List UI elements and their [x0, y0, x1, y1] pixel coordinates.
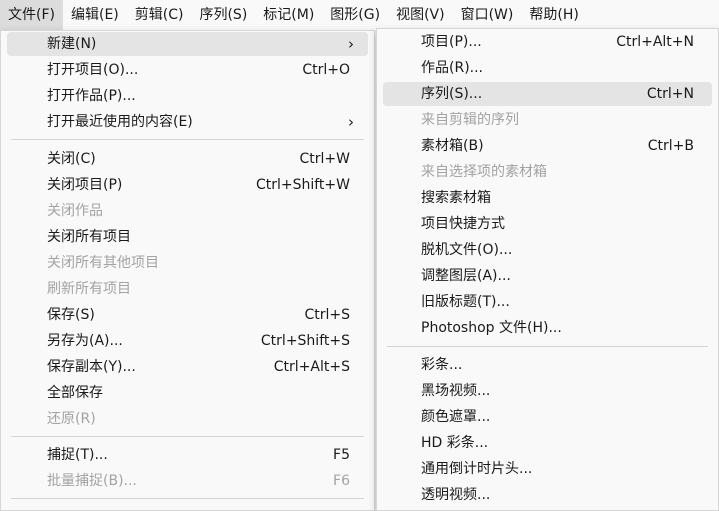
menu-item-label: 关闭作品	[47, 203, 103, 219]
menu-item-label: 素材箱(B)	[421, 138, 484, 154]
submenu-item-search-bin[interactable]: 搜索素材箱	[383, 186, 712, 210]
menu-item-refresh-all-projects: 刷新所有项目	[7, 277, 368, 301]
menu-item-label: 批量捕捉(B)...	[47, 473, 137, 489]
menu-item-label: 透明视频...	[421, 487, 491, 503]
menu-item-label: 旧版标题(T)...	[421, 294, 510, 310]
menu-edit[interactable]: 编辑(E)	[63, 0, 127, 30]
menu-item-save-all[interactable]: 全部保存	[7, 381, 368, 405]
menu-item-label: 来自选择项的素材箱	[421, 164, 547, 180]
submenu-item-color-matte[interactable]: 颜色遮罩...	[383, 405, 712, 429]
chevron-right-icon: ›	[348, 113, 354, 131]
menu-item-save[interactable]: 保存(S) Ctrl+S	[7, 303, 368, 327]
menu-item-label: 刷新所有项目	[47, 281, 131, 297]
menu-item-close-all-other-projects: 关闭所有其他项目	[7, 251, 368, 275]
menu-item-shortcut: Ctrl+Alt+S	[273, 359, 350, 375]
menu-view[interactable]: 视图(V)	[388, 0, 453, 30]
menu-item-label: 保存副本(Y)...	[47, 359, 136, 375]
menu-item-label: 作品(R)...	[421, 60, 484, 76]
submenu-item-legacy-title[interactable]: 旧版标题(T)...	[383, 290, 712, 314]
submenu-item-bin[interactable]: 素材箱(B) Ctrl+B	[383, 134, 712, 158]
menu-separator	[11, 436, 364, 437]
submenu-item-black-video[interactable]: 黑场视频...	[383, 379, 712, 403]
menu-item-shortcut: Ctrl+B	[647, 138, 694, 154]
menu-item-label: 另存为(A)...	[47, 333, 123, 349]
menu-item-label: 关闭所有其他项目	[47, 255, 159, 271]
menu-item-save-copy[interactable]: 保存副本(Y)... Ctrl+Alt+S	[7, 355, 368, 379]
menu-item-close-all-projects[interactable]: 关闭所有项目	[7, 225, 368, 249]
menu-item-new[interactable]: 新建(N) ›	[7, 32, 368, 56]
menu-item-label: 打开项目(O)...	[47, 62, 139, 78]
menu-sequence[interactable]: 序列(S)	[191, 0, 255, 30]
menu-item-shortcut: Ctrl+S	[304, 307, 350, 323]
menu-item-label: Photoshop 文件(H)...	[421, 320, 562, 336]
submenu-item-project-shortcut[interactable]: 项目快捷方式	[383, 212, 712, 236]
submenu-item-bars-and-tone[interactable]: 彩条...	[383, 353, 712, 377]
menu-separator	[11, 498, 364, 499]
menu-item-label: 序列(S)...	[421, 86, 483, 102]
menu-item-revert: 还原(R)	[7, 407, 368, 431]
menu-clip[interactable]: 剪辑(C)	[127, 0, 192, 30]
menu-item-label: 调整图层(A)...	[421, 268, 511, 284]
menu-item-shortcut: Ctrl+Shift+W	[255, 177, 350, 193]
menu-markers[interactable]: 标记(M)	[255, 0, 322, 30]
menu-help[interactable]: 帮助(H)	[521, 0, 586, 30]
menu-item-shortcut: Ctrl+Alt+N	[616, 34, 694, 50]
menu-bar: 文件(F) 编辑(E) 剪辑(C) 序列(S) 标记(M) 图形(G) 视图(V…	[0, 0, 719, 30]
menu-item-close-production: 关闭作品	[7, 199, 368, 223]
submenu-item-bin-from-selection: 来自选择项的素材箱	[383, 160, 712, 184]
submenu-item-sequence-from-clip: 来自剪辑的序列	[383, 108, 712, 132]
menu-item-label: 搜索素材箱	[421, 190, 491, 206]
menu-item-shortcut: Ctrl+W	[299, 151, 350, 167]
chevron-right-icon: ›	[348, 35, 354, 53]
menu-item-label: 保存(S)	[47, 307, 95, 323]
menu-item-label: 通用倒计时片头...	[421, 461, 533, 477]
submenu-item-hd-bars-and-tone[interactable]: HD 彩条...	[383, 431, 712, 455]
menu-item-open-project[interactable]: 打开项目(O)... Ctrl+O	[7, 58, 368, 82]
menu-item-label: 黑场视频...	[421, 383, 491, 399]
menu-item-label: 脱机文件(O)...	[421, 242, 513, 258]
menu-separator	[387, 346, 708, 347]
menu-item-label: 颜色遮罩...	[421, 409, 491, 425]
menu-item-label: HD 彩条...	[421, 435, 489, 451]
menu-item-label: 全部保存	[47, 385, 103, 401]
menu-item-label: 项目快捷方式	[421, 216, 505, 232]
menu-item-save-as[interactable]: 另存为(A)... Ctrl+Shift+S	[7, 329, 368, 353]
submenu-item-photoshop-file[interactable]: Photoshop 文件(H)...	[383, 316, 712, 340]
submenu-item-project[interactable]: 项目(P)... Ctrl+Alt+N	[383, 30, 712, 54]
menu-item-open-production[interactable]: 打开作品(P)...	[7, 84, 368, 108]
menu-item-shortcut: F6	[333, 473, 350, 489]
menu-item-label: 打开作品(P)...	[47, 88, 136, 104]
submenu-item-universal-counting-leader[interactable]: 通用倒计时片头...	[383, 457, 712, 481]
submenu-item-offline-file[interactable]: 脱机文件(O)...	[383, 238, 712, 262]
menu-graphics[interactable]: 图形(G)	[322, 0, 388, 30]
new-submenu: 项目(P)... Ctrl+Alt+N 作品(R)... 序列(S)... Ct…	[376, 28, 719, 511]
submenu-item-adjustment-layer[interactable]: 调整图层(A)...	[383, 264, 712, 288]
menu-item-label: 来自剪辑的序列	[421, 112, 519, 128]
menu-item-batch-capture: 批量捕捉(B)... F6	[7, 469, 368, 493]
menu-item-label: 捕捉(T)...	[47, 447, 108, 463]
submenu-item-transparent-video[interactable]: 透明视频...	[383, 483, 712, 507]
file-menu: 新建(N) › 打开项目(O)... Ctrl+O 打开作品(P)... 打开最…	[0, 30, 375, 511]
menu-item-label: 关闭(C)	[47, 151, 96, 167]
menu-item-shortcut: Ctrl+N	[646, 86, 694, 102]
menu-item-label: 关闭所有项目	[47, 229, 131, 245]
menu-item-label: 还原(R)	[47, 411, 96, 427]
menu-item-close[interactable]: 关闭(C) Ctrl+W	[7, 147, 368, 171]
menu-item-open-recent[interactable]: 打开最近使用的内容(E) ›	[7, 110, 368, 134]
menu-item-label: 项目(P)...	[421, 34, 482, 50]
menu-item-close-project[interactable]: 关闭项目(P) Ctrl+Shift+W	[7, 173, 368, 197]
menu-item-label: 关闭项目(P)	[47, 177, 123, 193]
menu-item-capture[interactable]: 捕捉(T)... F5	[7, 443, 368, 467]
menu-item-shortcut: Ctrl+Shift+S	[260, 333, 350, 349]
menu-item-shortcut: Ctrl+O	[302, 62, 350, 78]
menu-item-label: 新建(N)	[47, 36, 97, 52]
menu-file[interactable]: 文件(F)	[0, 0, 63, 30]
menu-separator	[11, 139, 364, 140]
menu-item-shortcut: F5	[333, 447, 350, 463]
menu-item-label: 打开最近使用的内容(E)	[47, 114, 193, 130]
menu-window[interactable]: 窗口(W)	[453, 0, 522, 30]
submenu-item-production[interactable]: 作品(R)...	[383, 56, 712, 80]
menu-item-label: 彩条...	[421, 357, 463, 373]
submenu-item-sequence[interactable]: 序列(S)... Ctrl+N	[383, 82, 712, 106]
